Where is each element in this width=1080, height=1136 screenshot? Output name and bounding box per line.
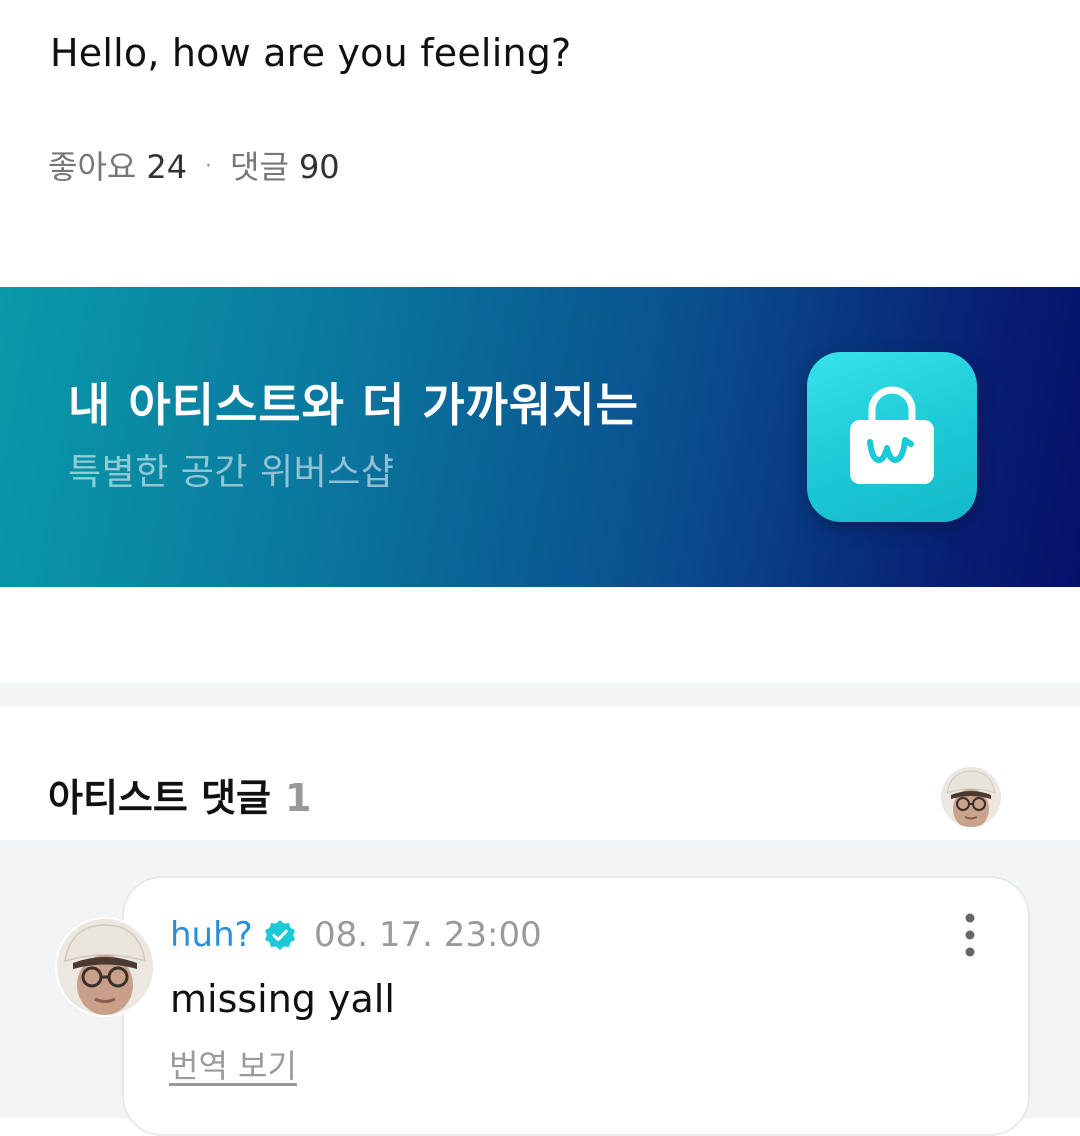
banner-title: 내 아티스트와 더 가까워지는 <box>68 378 639 432</box>
post-text: Hello, how are you feeling? <box>50 31 572 75</box>
post-stats: 좋아요 24 · 댓글 90 <box>48 146 340 188</box>
banner-subtitle: 특별한 공간 위버스샵 <box>68 452 395 493</box>
weverse-shop-bag-icon <box>807 352 977 522</box>
comment-timestamp: 08. 17. 23:00 <box>314 915 542 955</box>
weverse-shop-banner[interactable]: 내 아티스트와 더 가까워지는 특별한 공간 위버스샵 <box>0 287 1080 587</box>
comments-count: 90 <box>298 148 340 186</box>
likes-count: 24 <box>146 148 188 186</box>
artist-comments-title: 아티스트 댓글 <box>48 776 271 820</box>
verified-badge-icon <box>263 918 297 952</box>
artist-comments-header: 아티스트 댓글 1 <box>48 772 311 824</box>
likes-label[interactable]: 좋아요 <box>48 146 136 188</box>
comment-author[interactable]: huh? <box>170 912 297 958</box>
comment-author-name[interactable]: huh? <box>170 912 253 958</box>
comment-author-avatar[interactable] <box>57 919 153 1015</box>
section-divider <box>0 683 1080 707</box>
stats-separator: · <box>205 154 213 179</box>
comments-label[interactable]: 댓글 <box>230 146 289 188</box>
artist-avatar[interactable] <box>941 767 1001 827</box>
artist-comments-count: 1 <box>285 776 312 820</box>
more-options-icon[interactable] <box>950 908 990 962</box>
comment-text: missing yall <box>170 977 395 1021</box>
translate-link[interactable]: 번역 보기 <box>169 1044 297 1088</box>
